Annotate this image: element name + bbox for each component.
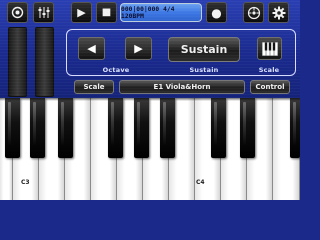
scale-label: Scale [258,66,280,74]
black-key[interactable] [240,98,255,158]
record-button[interactable]: ● [206,2,227,23]
octave-label: Octave [102,66,130,74]
sustain-label: Sustain [189,66,219,74]
piano-keys-icon [261,41,278,56]
black-key[interactable] [5,98,20,158]
metronome-icon [247,6,260,19]
octave-down-button[interactable]: ◀ [78,37,105,60]
loop-icon [11,6,24,19]
arrow-right-icon: ▶ [134,42,143,55]
record-icon: ● [211,5,222,20]
metronome-button[interactable] [243,2,264,23]
sustain-button-label: Sustain [180,43,228,56]
black-key[interactable] [108,98,123,158]
lcd-text: 000|00|000 4/4 120BPM [121,5,175,20]
mixer-button[interactable] [33,2,54,23]
settings-button[interactable] [268,2,289,23]
key-label-c3: C3 [21,179,30,186]
pitch-bend-slider[interactable] [8,27,27,97]
key-label-c4: C4 [196,179,205,186]
black-key[interactable] [290,98,300,158]
control-button[interactable]: Control [250,80,290,94]
keyboard-top-shadow [0,98,300,101]
instrument-selector[interactable]: E1 Viola&Horn [119,80,245,94]
arrow-left-icon: ◀ [87,42,96,55]
black-key[interactable] [58,98,73,158]
position-tempo-display: 000|00|000 4/4 120BPM [120,3,202,22]
octave-up-button[interactable]: ▶ [125,37,152,60]
stop-button[interactable]: ■ [96,2,117,23]
control-button-label: Control [255,83,285,91]
panel-scale-button[interactable]: Scale [74,80,114,94]
sustain-button[interactable]: Sustain [168,37,240,62]
panel-scale-button-label: Scale [83,83,105,91]
modulation-slider[interactable] [35,27,54,97]
black-key[interactable] [160,98,175,158]
loop-button[interactable] [7,2,28,23]
black-key[interactable] [30,98,45,158]
scale-button[interactable] [257,37,282,60]
black-key[interactable] [211,98,226,158]
black-key[interactable] [134,98,149,158]
instrument-name: E1 Viola&Horn [153,83,211,91]
piano-keyboard[interactable]: C3 C4 [0,98,300,200]
mixer-icon [38,7,49,18]
play-icon: ▶ [77,6,86,19]
control-panel: ▶ ■ 000|00|000 4/4 120BPM ● ◀ ▶ Sustain … [0,0,300,98]
play-button[interactable]: ▶ [71,2,92,23]
settings-gear-icon [272,6,285,19]
stop-icon: ■ [101,6,112,18]
